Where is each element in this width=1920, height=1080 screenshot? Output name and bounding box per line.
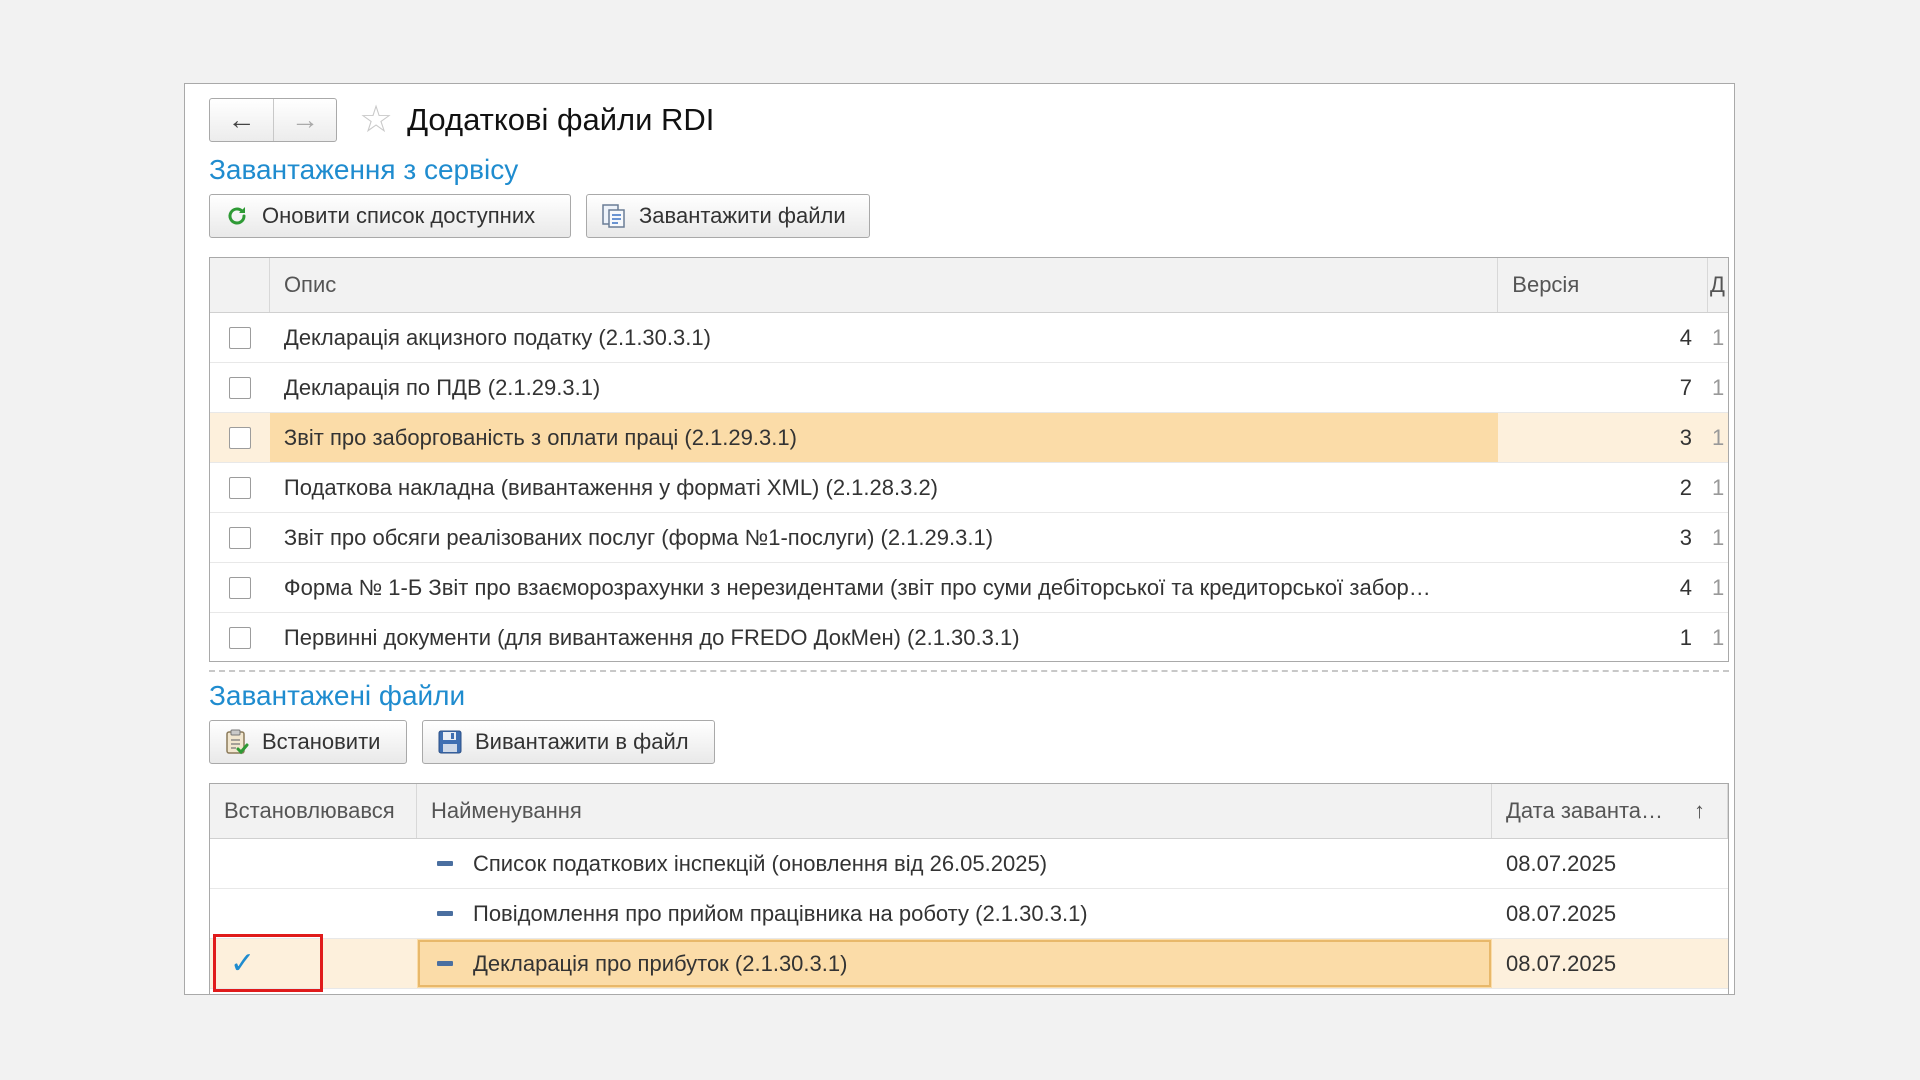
table-row-selected[interactable]: ✓ Декларація про прибуток (2.1.30.3.1) 0…	[210, 939, 1728, 989]
row-checkbox[interactable]	[228, 326, 251, 349]
section-title-service[interactable]: Завантаження з сервісу	[209, 154, 518, 186]
save-disk-icon	[435, 727, 465, 757]
row-version: 3	[1679, 424, 1693, 450]
row-version: 3	[1679, 524, 1693, 550]
row-extra: 1	[1712, 424, 1725, 450]
column-header-version[interactable]: Версія	[1498, 258, 1709, 312]
back-button[interactable]: ←	[210, 99, 273, 141]
row-description: Декларація акцизного податку (2.1.30.3.1…	[283, 324, 711, 350]
export-to-file-button[interactable]: Вивантажити в файл	[422, 720, 715, 764]
row-description: Первинні документи (для вивантаження до …	[283, 624, 1020, 650]
row-extra: 1	[1712, 474, 1725, 500]
forward-button[interactable]: →	[273, 99, 336, 141]
column-header-check	[210, 258, 270, 312]
row-description: Податкова накладна (вивантаження у форма…	[283, 474, 939, 500]
row-name: Список податкових інспекцій (оновлення в…	[473, 850, 1048, 876]
table-header: Встановлювався Найменування Дата заванта…	[210, 784, 1728, 839]
row-version: 1	[1679, 624, 1693, 650]
row-extra: 1	[1712, 374, 1725, 400]
row-name: Повідомлення про прийом працівника на ро…	[473, 900, 1088, 926]
table-row[interactable]: Повідомлення про прийом працівника на ро…	[210, 889, 1728, 939]
item-marker-icon	[437, 961, 453, 966]
row-description: Звіт про заборгованість з оплати праці (…	[269, 413, 1499, 462]
available-files-table: Опис Версія Д Декларація акцизного подат…	[209, 257, 1729, 662]
download-files-label: Завантажити файли	[639, 203, 846, 228]
favorite-star-icon[interactable]: ☆	[359, 101, 393, 139]
section-title-loaded[interactable]: Завантажені файли	[209, 680, 465, 712]
download-files-button[interactable]: Завантажити файли	[586, 194, 870, 238]
row-extra: 1	[1712, 624, 1725, 650]
highlight-box	[213, 934, 323, 992]
column-header-date-label: Дата заванта…	[1506, 798, 1664, 823]
table-row[interactable]: Форма № 1-Б Звіт про взаєморозрахунки з …	[210, 563, 1728, 613]
download-files-icon	[599, 201, 629, 231]
row-extra: 1	[1712, 324, 1725, 350]
nav-button-group: ← →	[209, 98, 337, 142]
row-checkbox[interactable]	[228, 376, 251, 399]
column-header-date[interactable]: Дата заванта… ↑	[1492, 784, 1728, 838]
column-header-description[interactable]: Опис	[270, 258, 1499, 312]
row-date: 08.07.2025	[1506, 950, 1617, 976]
splitter[interactable]	[209, 670, 1729, 672]
table-row[interactable]: Декларація по ПДВ (2.1.29.3.1) 7 1	[210, 363, 1728, 413]
rdi-files-window: ← → ☆ Додаткові файли RDI Завантаження з…	[184, 83, 1735, 995]
loaded-files-table: Встановлювався Найменування Дата заванта…	[209, 783, 1729, 994]
arrow-right-icon: →	[291, 104, 319, 135]
row-description: Декларація по ПДВ (2.1.29.3.1)	[283, 374, 601, 400]
table-row[interactable]: Список податкових інспекцій (оновлення в…	[210, 839, 1728, 889]
row-extra: 1	[1712, 524, 1725, 550]
refresh-list-label: Оновити список доступних	[262, 203, 536, 228]
row-version: 4	[1679, 574, 1693, 600]
table-row[interactable]: Звіт про обсяги реалізованих послуг (фор…	[210, 513, 1728, 563]
row-checkbox[interactable]	[228, 476, 251, 499]
row-date: 08.07.2025	[1506, 850, 1617, 876]
row-version: 2	[1679, 474, 1693, 500]
refresh-icon	[222, 201, 252, 231]
table-row[interactable]: Декларація акцизного податку (2.1.30.3.1…	[210, 313, 1728, 363]
sort-ascending-icon: ↑	[1694, 798, 1705, 823]
column-header-extra[interactable]: Д	[1708, 258, 1728, 312]
arrow-left-icon: ←	[227, 104, 256, 135]
row-date: 08.07.2025	[1506, 900, 1617, 926]
row-installed	[210, 839, 417, 888]
item-marker-icon	[437, 861, 453, 866]
row-checkbox[interactable]	[228, 626, 251, 649]
table-row[interactable]: Податкова накладна (вивантаження у форма…	[210, 463, 1728, 513]
window-header: ← → ☆ Додаткові файли RDI	[209, 96, 714, 144]
row-description: Звіт про обсяги реалізованих послуг (фор…	[283, 524, 994, 550]
install-clipboard-icon	[222, 727, 252, 757]
row-checkbox[interactable]	[228, 576, 251, 599]
page-title: Додаткові файли RDI	[407, 102, 715, 137]
item-marker-icon	[437, 911, 453, 916]
export-to-file-label: Вивантажити в файл	[475, 729, 689, 754]
row-extra: 1	[1712, 574, 1725, 600]
refresh-list-button[interactable]: Оновити список доступних	[209, 194, 571, 238]
table-header: Опис Версія Д	[210, 258, 1728, 313]
row-checkbox[interactable]	[228, 426, 251, 449]
row-installed	[210, 889, 417, 938]
row-checkbox[interactable]	[228, 526, 251, 549]
row-version: 4	[1679, 324, 1693, 350]
install-button[interactable]: Встановити	[209, 720, 407, 764]
install-label: Встановити	[262, 729, 381, 754]
table-row-selected[interactable]: Звіт про заборгованість з оплати праці (…	[210, 413, 1728, 463]
row-version: 7	[1679, 374, 1693, 400]
column-header-name[interactable]: Найменування	[417, 784, 1492, 838]
column-header-installed[interactable]: Встановлювався	[210, 784, 417, 838]
row-name: Декларація про прибуток (2.1.30.3.1)	[473, 950, 848, 976]
table-row[interactable]: Первинні документи (для вивантаження до …	[210, 613, 1728, 661]
row-description: Форма № 1-Б Звіт про взаєморозрахунки з …	[283, 574, 1431, 600]
